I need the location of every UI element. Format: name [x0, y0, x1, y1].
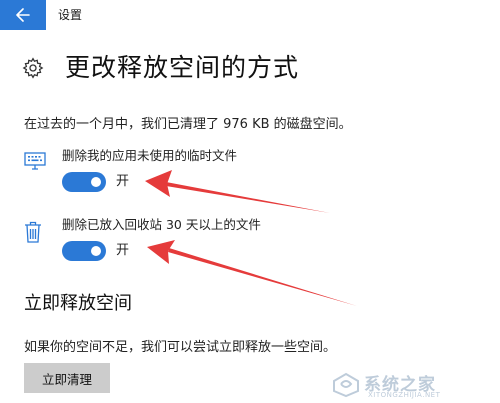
free-space-now-description: 如果你的空间不足，我们可以尝试立即释放一些空间。: [24, 340, 337, 355]
back-arrow-icon: [16, 8, 30, 22]
title-bar: 设置: [0, 0, 500, 30]
temp-files-option-label: 删除我的应用未使用的临时文件: [62, 148, 238, 163]
annotation-arrow-recycle-bin: [168, 248, 357, 306]
page-header: 更改释放空间的方式: [22, 50, 299, 86]
temp-files-toggle[interactable]: [62, 172, 106, 192]
window-title: 设置: [58, 8, 83, 22]
toggle-knob: [91, 246, 101, 256]
recycle-bin-icon: [25, 221, 41, 243]
annotation-arrow-temp-files: [166, 182, 330, 213]
annotation-arrow-head-recycle-bin: [147, 240, 175, 264]
back-button[interactable]: [0, 0, 46, 30]
toggle-knob: [91, 177, 101, 187]
free-space-now-heading: 立即释放空间: [24, 293, 132, 314]
annotation-arrow-head-temp-files: [145, 170, 172, 197]
cleanup-summary: 在过去的一个月中，我们已清理了 976 KB 的磁盘空间。: [24, 117, 352, 132]
gear-icon: [22, 57, 44, 79]
clean-now-button[interactable]: 立即清理: [24, 363, 110, 393]
recycle-bin-toggle-state: 开: [116, 243, 130, 258]
recycle-bin-option-label: 删除已放入回收站 30 天以上的文件: [62, 217, 261, 232]
watermark-logo-icon: [333, 372, 359, 398]
page-title: 更改释放空间的方式: [65, 53, 300, 82]
watermark: 系统之家 XITONGZHIJIA.NET: [332, 370, 498, 400]
temp-files-toggle-state: 开: [116, 174, 130, 189]
monitor-icon: [24, 152, 46, 170]
watermark-url: XITONGZHIJIA.NET: [368, 391, 441, 399]
recycle-bin-toggle[interactable]: [62, 241, 106, 261]
